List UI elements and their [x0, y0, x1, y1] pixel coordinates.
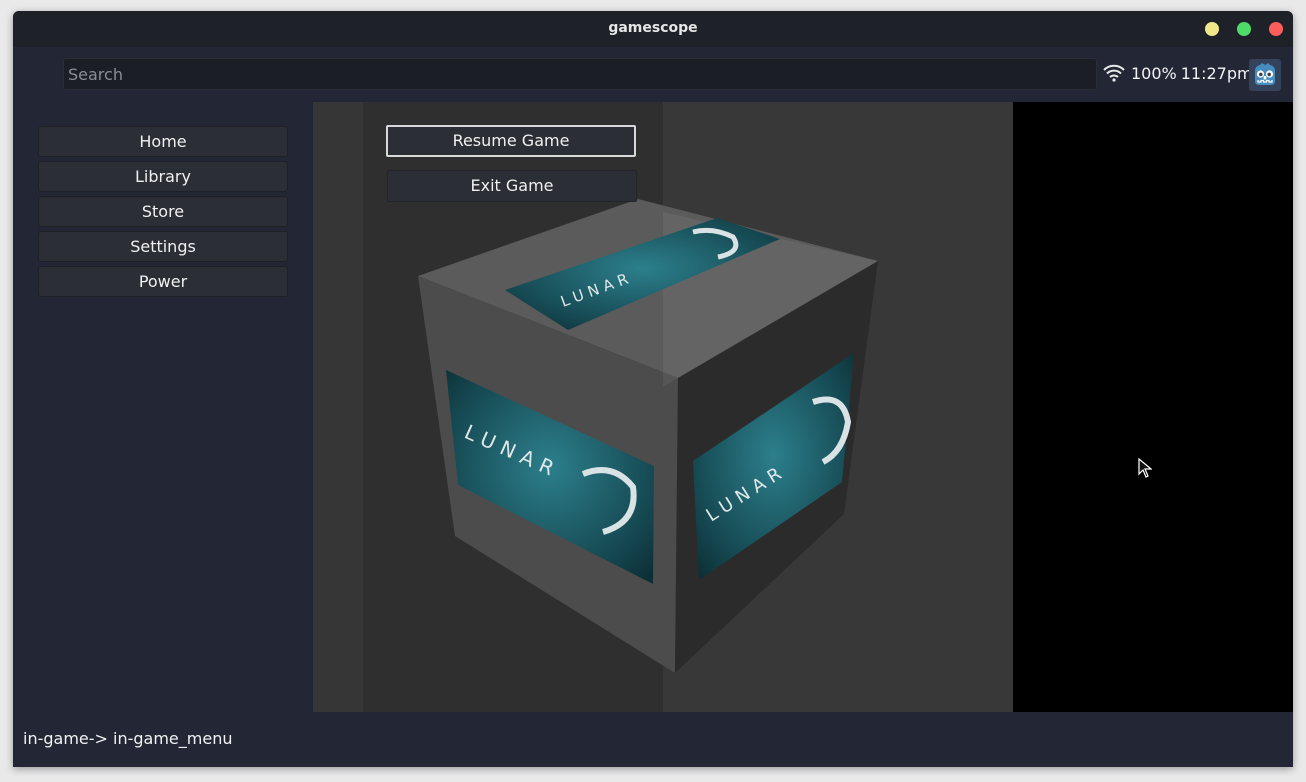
sidebar-item-home[interactable]: Home	[38, 126, 288, 157]
avatar[interactable]	[1249, 59, 1281, 91]
window-title: gamescope	[608, 20, 698, 36]
minimize-button[interactable]	[1205, 22, 1219, 36]
system-status: 100% 11:27pm	[1131, 64, 1253, 83]
exit-game-button[interactable]: Exit Game	[387, 170, 637, 202]
top-bar: 100%11:27pm	[13, 47, 1293, 102]
state-label: in-game-> in-game_menu	[23, 729, 233, 748]
gamescope-window: gamescope 100%11:27pm	[13, 11, 1293, 767]
game-viewport[interactable]: LUNAR LUNAR LUNAR Resume Game Exit Game	[313, 102, 1293, 712]
wifi-icon	[1103, 64, 1125, 82]
sidebar-nav: Home Library Store Settings Power	[38, 126, 288, 301]
godot-robot-icon	[1255, 63, 1275, 85]
sidebar-item-settings[interactable]: Settings	[38, 231, 288, 262]
resume-game-button[interactable]: Resume Game	[386, 125, 636, 157]
search-input[interactable]	[64, 59, 1096, 89]
status-bar: in-game-> in-game_menu	[13, 712, 1293, 767]
sidebar-item-power[interactable]: Power	[38, 266, 288, 297]
title-bar[interactable]: gamescope	[13, 11, 1293, 47]
sidebar-item-library[interactable]: Library	[38, 161, 288, 192]
close-button[interactable]	[1269, 22, 1283, 36]
search-box[interactable]	[63, 58, 1097, 90]
sidebar-item-store[interactable]: Store	[38, 196, 288, 227]
battery-level: 100%	[1131, 64, 1177, 83]
maximize-button[interactable]	[1237, 22, 1251, 36]
clock: 11:27pm	[1180, 64, 1253, 83]
mouse-cursor-icon	[1138, 458, 1152, 478]
